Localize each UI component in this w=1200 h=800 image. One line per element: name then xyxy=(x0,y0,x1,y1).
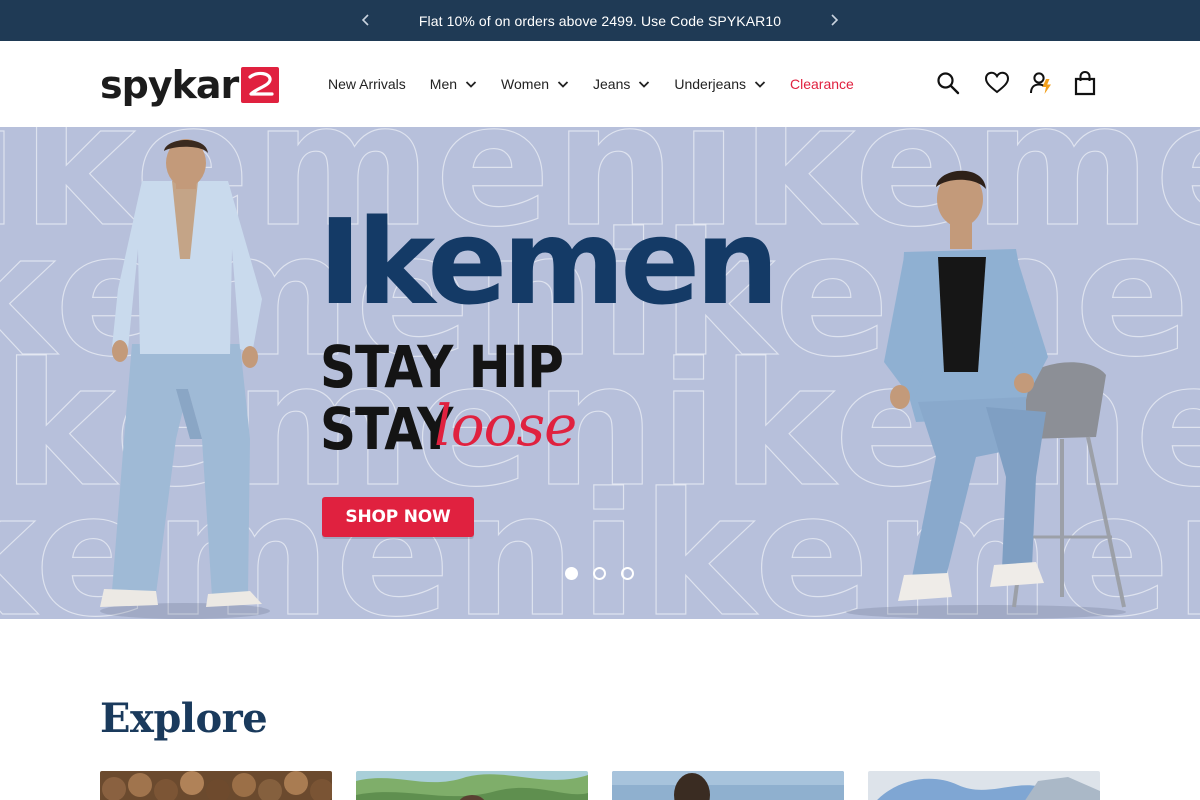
user-icon[interactable] xyxy=(1027,68,1055,98)
hero-tagline-line2: STAY xyxy=(320,395,453,463)
chevron-right-icon[interactable] xyxy=(822,8,846,32)
nav-men[interactable]: Men xyxy=(430,76,477,92)
nav-jeans[interactable]: Jeans xyxy=(593,76,650,92)
carousel-dot-1[interactable] xyxy=(565,567,578,580)
header-icons xyxy=(934,68,1099,98)
chevron-down-icon xyxy=(754,81,766,88)
bag-icon[interactable] xyxy=(1071,68,1099,98)
explore-tiles xyxy=(100,771,1124,800)
search-icon[interactable] xyxy=(934,68,962,98)
nav-label: Underjeans xyxy=(674,76,746,92)
chevron-down-icon xyxy=(557,81,569,88)
spykar-logo[interactable]: spykar xyxy=(100,63,280,107)
hero-tagline-script: loose xyxy=(434,394,577,459)
nav-clearance[interactable]: Clearance xyxy=(790,76,854,92)
nav-women[interactable]: Women xyxy=(501,76,569,92)
explore-heading: Explore xyxy=(100,695,268,742)
chevron-left-icon[interactable] xyxy=(354,8,378,32)
hero-tagline-line1: STAY HIP xyxy=(320,333,564,401)
heart-icon[interactable] xyxy=(983,68,1011,98)
hero-model-standing xyxy=(90,139,280,619)
chevron-down-icon xyxy=(639,81,650,88)
hero-headline: Ikemen xyxy=(318,193,779,331)
announcement-bar: Flat 10% of on orders above 2499. Use Co… xyxy=(0,0,1200,41)
nav-label: Women xyxy=(501,76,550,92)
category-tile-4[interactable] xyxy=(868,771,1100,800)
nav-new-arrivals[interactable]: New Arrivals xyxy=(328,76,406,92)
category-tile-1[interactable] xyxy=(100,771,332,800)
site-header: spykar New Arrivals Men Women Jeans Unde… xyxy=(0,41,1200,127)
logo-mark-icon xyxy=(241,67,280,103)
category-tile-3[interactable] xyxy=(612,771,844,800)
shop-now-button[interactable]: SHOP NOW xyxy=(322,497,474,537)
category-tile-2[interactable] xyxy=(356,771,588,800)
nav-label: Clearance xyxy=(789,76,854,92)
carousel-dot-3[interactable] xyxy=(621,567,634,580)
nav-label: Jeans xyxy=(593,76,631,92)
hero-banner[interactable]: ikemenikemen ikemenikemen ikemenikemen i… xyxy=(0,127,1200,619)
hero-model-sitting xyxy=(826,157,1146,619)
carousel-dot-2[interactable] xyxy=(593,567,606,580)
main-nav: New Arrivals Men Women Jeans Underjeans … xyxy=(328,41,854,127)
nav-label: New Arrivals xyxy=(328,76,406,92)
nav-underjeans[interactable]: Underjeans xyxy=(674,76,766,92)
logo-wordmark: spykar xyxy=(100,63,239,107)
carousel-dots xyxy=(565,567,649,580)
announcement-text: Flat 10% of on orders above 2499. Use Co… xyxy=(418,12,782,29)
chevron-down-icon xyxy=(465,81,477,88)
nav-label: Men xyxy=(429,76,458,92)
